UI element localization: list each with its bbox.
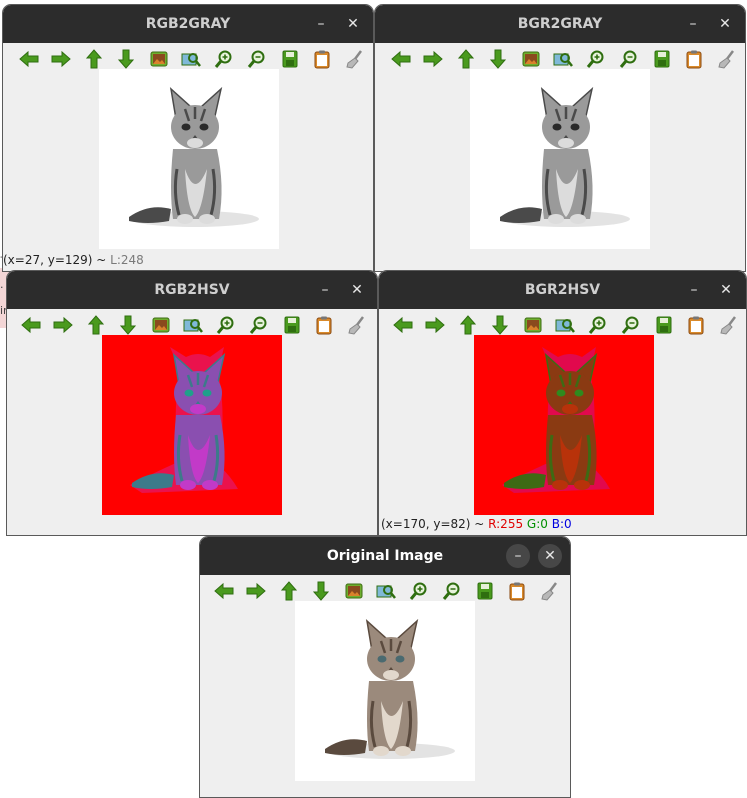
image-icon[interactable] xyxy=(150,315,172,335)
brush-icon[interactable] xyxy=(346,315,368,335)
zoom-fit-icon[interactable] xyxy=(182,315,204,335)
minimize-button[interactable]: – xyxy=(682,278,706,302)
arrow-left-icon[interactable] xyxy=(390,49,412,69)
arrow-right-icon[interactable] xyxy=(422,49,444,69)
arrow-left-icon[interactable] xyxy=(18,49,40,69)
minimize-button[interactable]: – xyxy=(313,278,337,302)
zoom-in-icon[interactable] xyxy=(585,49,607,69)
titlebar[interactable]: BGR2GRAY – ✕ xyxy=(375,5,745,43)
status-bar: (x=27, y=129) ~ L:248 xyxy=(3,253,144,267)
zoom-fit-icon[interactable] xyxy=(180,49,202,69)
arrow-left-icon[interactable] xyxy=(20,315,42,335)
arrow-up-icon[interactable] xyxy=(278,581,300,601)
arrow-up-icon[interactable] xyxy=(83,49,105,69)
arrow-down-icon[interactable] xyxy=(487,49,509,69)
minimize-button[interactable]: – xyxy=(309,12,333,36)
titlebar[interactable]: BGR2HSV – ✕ xyxy=(379,271,746,309)
save-icon[interactable] xyxy=(653,315,675,335)
zoom-fit-icon[interactable] xyxy=(552,49,574,69)
arrow-up-icon[interactable] xyxy=(455,49,477,69)
arrow-down-icon[interactable] xyxy=(310,581,332,601)
close-button[interactable]: ✕ xyxy=(345,278,369,302)
zoom-in-icon[interactable] xyxy=(213,49,235,69)
arrow-up-icon[interactable] xyxy=(457,315,479,335)
save-icon[interactable] xyxy=(279,49,301,69)
cursor-coordinates: (x=170, y=82) ~ xyxy=(381,517,489,531)
image-canvas[interactable] xyxy=(295,601,475,781)
arrow-left-icon[interactable] xyxy=(392,315,414,335)
window-rgb2hsv: RGB2HSV – ✕ xyxy=(6,270,378,536)
close-button[interactable]: ✕ xyxy=(714,278,738,302)
window-original-image: Original Image – ✕ xyxy=(199,536,571,798)
clipboard-icon[interactable] xyxy=(311,49,333,69)
clipboard-icon[interactable] xyxy=(685,315,707,335)
save-icon[interactable] xyxy=(474,581,496,601)
zoom-in-icon[interactable] xyxy=(587,315,609,335)
window-bgr2hsv: BGR2HSV – ✕ (x=170, y=82) ~ R:255 G:0 B:… xyxy=(378,270,747,536)
titlebar[interactable]: RGB2GRAY – ✕ xyxy=(3,5,373,43)
image-icon[interactable] xyxy=(148,49,170,69)
save-icon[interactable] xyxy=(651,49,673,69)
cursor-coordinates: (x=27, y=129) ~ xyxy=(3,253,111,267)
image-canvas[interactable] xyxy=(99,69,279,249)
brush-icon[interactable] xyxy=(539,581,561,601)
minimize-button[interactable]: – xyxy=(506,544,530,568)
arrow-left-icon[interactable] xyxy=(213,581,235,601)
zoom-out-icon[interactable] xyxy=(441,581,463,601)
zoom-in-icon[interactable] xyxy=(408,581,430,601)
arrow-right-icon[interactable] xyxy=(245,581,267,601)
close-button[interactable]: ✕ xyxy=(341,12,365,36)
clipboard-icon[interactable] xyxy=(683,49,705,69)
image-canvas[interactable] xyxy=(470,69,650,249)
minimize-button[interactable]: – xyxy=(681,12,705,36)
zoom-out-icon[interactable] xyxy=(246,49,268,69)
brush-icon[interactable] xyxy=(716,49,738,69)
arrow-right-icon[interactable] xyxy=(50,49,72,69)
clipboard-icon[interactable] xyxy=(313,315,335,335)
arrow-down-icon[interactable] xyxy=(115,49,137,69)
zoom-out-icon[interactable] xyxy=(620,315,642,335)
titlebar[interactable]: RGB2HSV – ✕ xyxy=(7,271,377,309)
brush-icon[interactable] xyxy=(344,49,366,69)
image-icon[interactable] xyxy=(343,581,365,601)
arrow-down-icon[interactable] xyxy=(489,315,511,335)
image-icon[interactable] xyxy=(520,49,542,69)
zoom-out-icon[interactable] xyxy=(248,315,270,335)
save-icon[interactable] xyxy=(281,315,303,335)
status-bar: (x=170, y=82) ~ R:255 G:0 B:0 xyxy=(381,517,572,531)
zoom-fit-icon[interactable] xyxy=(554,315,576,335)
pixel-value: L:248 xyxy=(110,253,144,267)
window-rgb2gray: RGB2GRAY – ✕ (x=27, y=129) ~ L:248 xyxy=(2,4,374,272)
zoom-in-icon[interactable] xyxy=(215,315,237,335)
pixel-blue-value: B:0 xyxy=(551,517,572,531)
titlebar[interactable]: Original Image – ✕ xyxy=(200,537,570,575)
arrow-up-icon[interactable] xyxy=(85,315,107,335)
zoom-out-icon[interactable] xyxy=(618,49,640,69)
window-bgr2gray: BGR2GRAY – ✕ xyxy=(374,4,746,272)
zoom-fit-icon[interactable] xyxy=(375,581,397,601)
pixel-red-value: R:255 xyxy=(488,517,524,531)
close-button[interactable]: ✕ xyxy=(713,12,737,36)
image-icon[interactable] xyxy=(522,315,544,335)
clipboard-icon[interactable] xyxy=(506,581,528,601)
arrow-down-icon[interactable] xyxy=(117,315,139,335)
close-button[interactable]: ✕ xyxy=(538,544,562,568)
image-canvas[interactable] xyxy=(102,335,282,515)
arrow-right-icon[interactable] xyxy=(52,315,74,335)
brush-icon[interactable] xyxy=(718,315,740,335)
pixel-green-value: G:0 xyxy=(526,517,548,531)
image-canvas[interactable] xyxy=(474,335,654,515)
arrow-right-icon[interactable] xyxy=(424,315,446,335)
background-text: . xyxy=(0,278,4,291)
